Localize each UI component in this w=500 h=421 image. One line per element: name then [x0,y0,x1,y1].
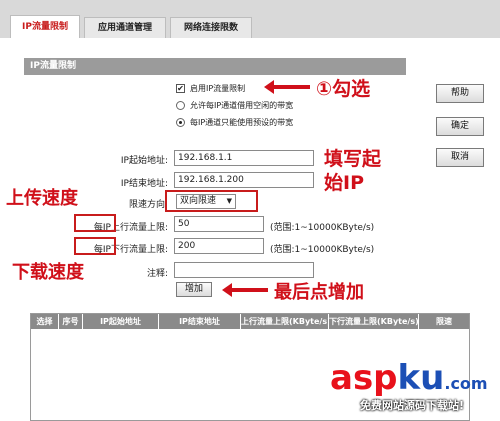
enable-checkbox[interactable]: ✔ [176,84,185,93]
help-button[interactable]: 帮助 [436,84,484,103]
arrow-add-icon [222,283,268,297]
add-button[interactable]: 增加 [176,282,212,297]
annotation-download-speed: 下载速度 [12,262,84,283]
tab-bar: IP流量限制 应用通道管理 网络连接限数 [0,0,500,38]
tab-connection-limit[interactable]: 网络连接限数 [170,17,252,38]
download-range-hint: (范围:1~10000KByte/s) [270,245,375,255]
col-index: 序号 [59,314,83,329]
col-select: 选择 [31,314,59,329]
allow-borrow-radio[interactable] [176,101,185,110]
tab-app-channel[interactable]: 应用通道管理 [84,17,166,38]
col-limit: 限速 [436,317,452,326]
annotation-click-add: 最后点增加 [274,282,364,303]
direction-label: 限速方向: [128,200,168,210]
enable-label: 启用IP流量限制 [190,84,246,93]
annotation-fill-start-2: 始IP [324,172,364,194]
col-start-ip: IP起始地址 [83,314,159,329]
col-download-limit: 下行流量上限(KByte/s) [329,314,419,329]
allow-borrow-option[interactable]: 允许每IP通道借用空闲的带宽 [176,99,293,112]
download-highlight-box [74,237,116,255]
download-limit-input[interactable]: 200 [174,238,264,254]
watermark-subtitle: 免费网站源码下载站! [360,399,465,412]
table-header: 选择 序号 IP起始地址 IP结束地址 上行流量上限(KByte/s) 下行流量… [31,314,469,329]
end-ip-input[interactable]: 192.168.1.200 [174,172,314,188]
preset-only-option[interactable]: 每IP通道只能使用预设的带宽 [176,116,293,129]
end-ip-label: IP结束地址: [120,179,168,189]
annotation-check: ①勾选 [316,78,371,100]
direction-highlight-box [165,190,258,212]
upload-range-hint: (范围:1~10000KByte/s) [270,223,375,233]
preset-only-radio[interactable] [176,118,185,127]
start-ip-label: IP起始地址: [120,156,168,166]
note-input[interactable] [174,262,314,278]
note-label: 注释: [146,269,168,279]
preset-only-label: 每IP通道只能使用预设的带宽 [190,118,294,127]
start-ip-input[interactable]: 192.168.1.1 [174,150,314,166]
cancel-button[interactable]: 取消 [436,148,484,167]
section-title: IP流量限制 [24,58,406,75]
upload-highlight-box [74,214,116,232]
tab-ip-traffic-limit[interactable]: IP流量限制 [10,15,80,38]
enable-limit-option[interactable]: ✔ 启用IP流量限制 [176,82,245,95]
ok-button[interactable]: 确定 [436,117,484,136]
allow-borrow-label: 允许每IP通道借用空闲的带宽 [190,101,294,110]
annotation-fill-start-1: 填写起 [324,148,382,170]
col-end-ip: IP结束地址 [159,314,241,329]
arrow-check-icon [264,80,310,94]
annotation-upload-speed: 上传速度 [6,188,78,209]
upload-limit-input[interactable]: 50 [174,216,264,232]
watermark-logo: aspku.com [330,358,488,398]
col-upload-limit: 上行流量上限(KByte/s) [241,314,329,329]
